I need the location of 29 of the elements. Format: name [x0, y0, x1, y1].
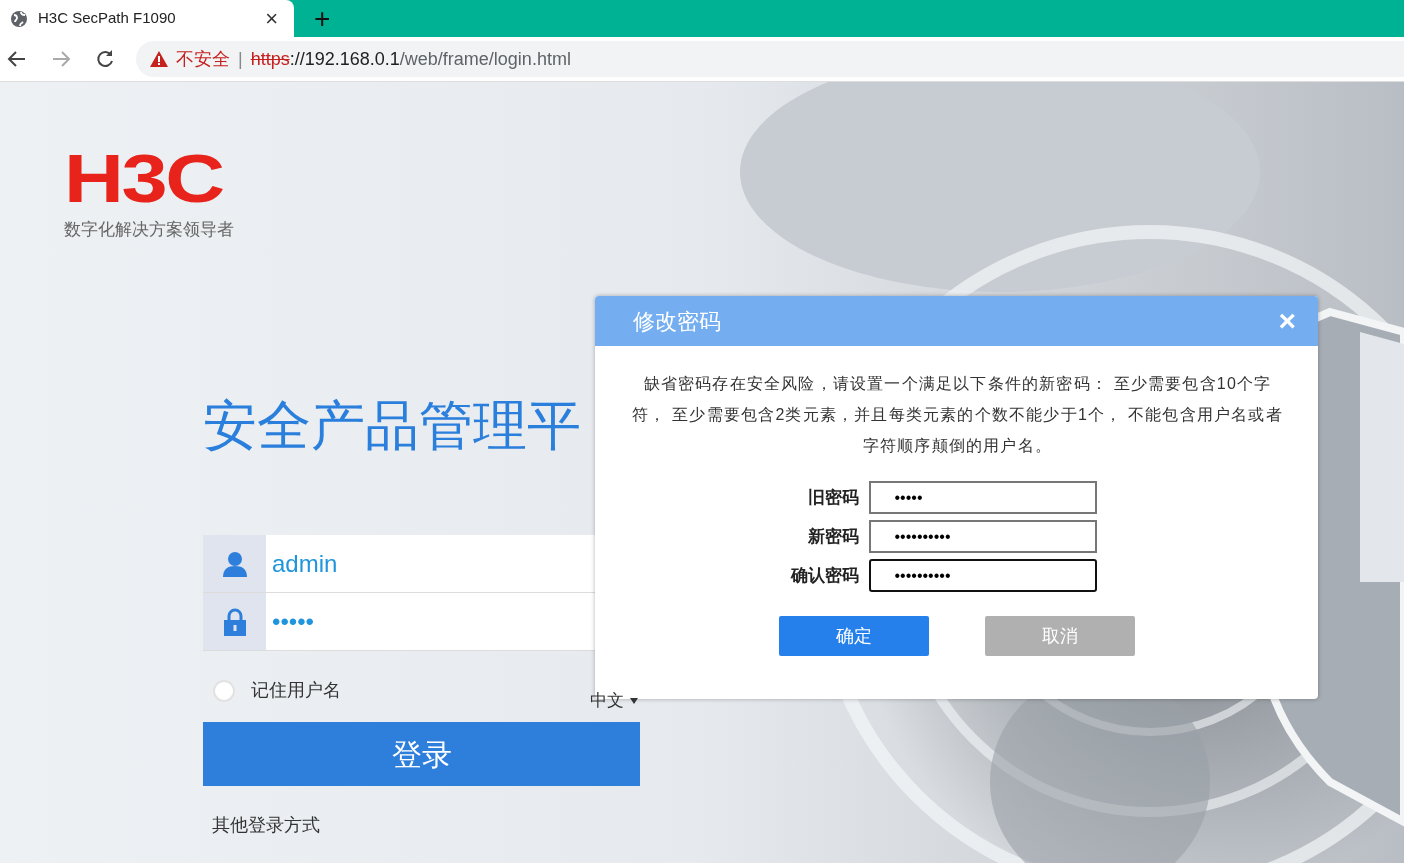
globe-icon: [10, 9, 28, 28]
dialog-title: 修改密码: [633, 307, 722, 336]
address-bar[interactable]: 不安全 | https://192.168.0.1/web/frame/login.html: [136, 41, 1404, 77]
browser-tab[interactable]: H3C SecPath F1090 ×: [0, 0, 294, 37]
password-field[interactable]: ••••••••••: [868, 520, 1097, 553]
page-title: 安全产品管理平: [203, 393, 581, 457]
field-label: 确认密码: [789, 564, 859, 587]
field-label: 旧密码: [806, 486, 859, 509]
caret-icon: [630, 697, 638, 704]
new-tab-button[interactable]: +: [310, 5, 335, 33]
not-secure-label: 不安全: [176, 47, 230, 71]
logo-text: H3C: [64, 150, 223, 206]
tab-title: H3C SecPath F1090: [38, 8, 177, 29]
password-field[interactable]: •••••: [868, 481, 1097, 514]
other-login-link[interactable]: 其他登录方式: [212, 812, 640, 840]
remember-label: 记住用户名: [251, 679, 342, 703]
separator-text: |: [238, 47, 243, 71]
lock-icon: [223, 607, 246, 636]
warning-icon: [150, 51, 168, 67]
confirm-button[interactable]: 确定: [778, 616, 929, 656]
password-field[interactable]: ••••••••••: [868, 559, 1097, 592]
url-text: https://192.168.0.1/web/frame/login.html: [250, 47, 571, 71]
language-selector[interactable]: 中文: [590, 688, 624, 714]
field-label: 新密码: [806, 525, 859, 548]
close-tab-button[interactable]: ×: [261, 7, 282, 30]
user-icon: [222, 550, 247, 577]
logo-tagline: 数字化解决方案领导者: [64, 219, 235, 241]
dialog-message: 缺省密码存在安全风险，请设置一个满足以下条件的新密码： 至少需要包含10个字符， 至少需要包含2类元素，并且每类元素的个数不能少于1个， 不能包含用户名或者字符顺序颠倒的用户名。: [631, 374, 1284, 456]
login-button[interactable]: 登录: [203, 722, 640, 787]
